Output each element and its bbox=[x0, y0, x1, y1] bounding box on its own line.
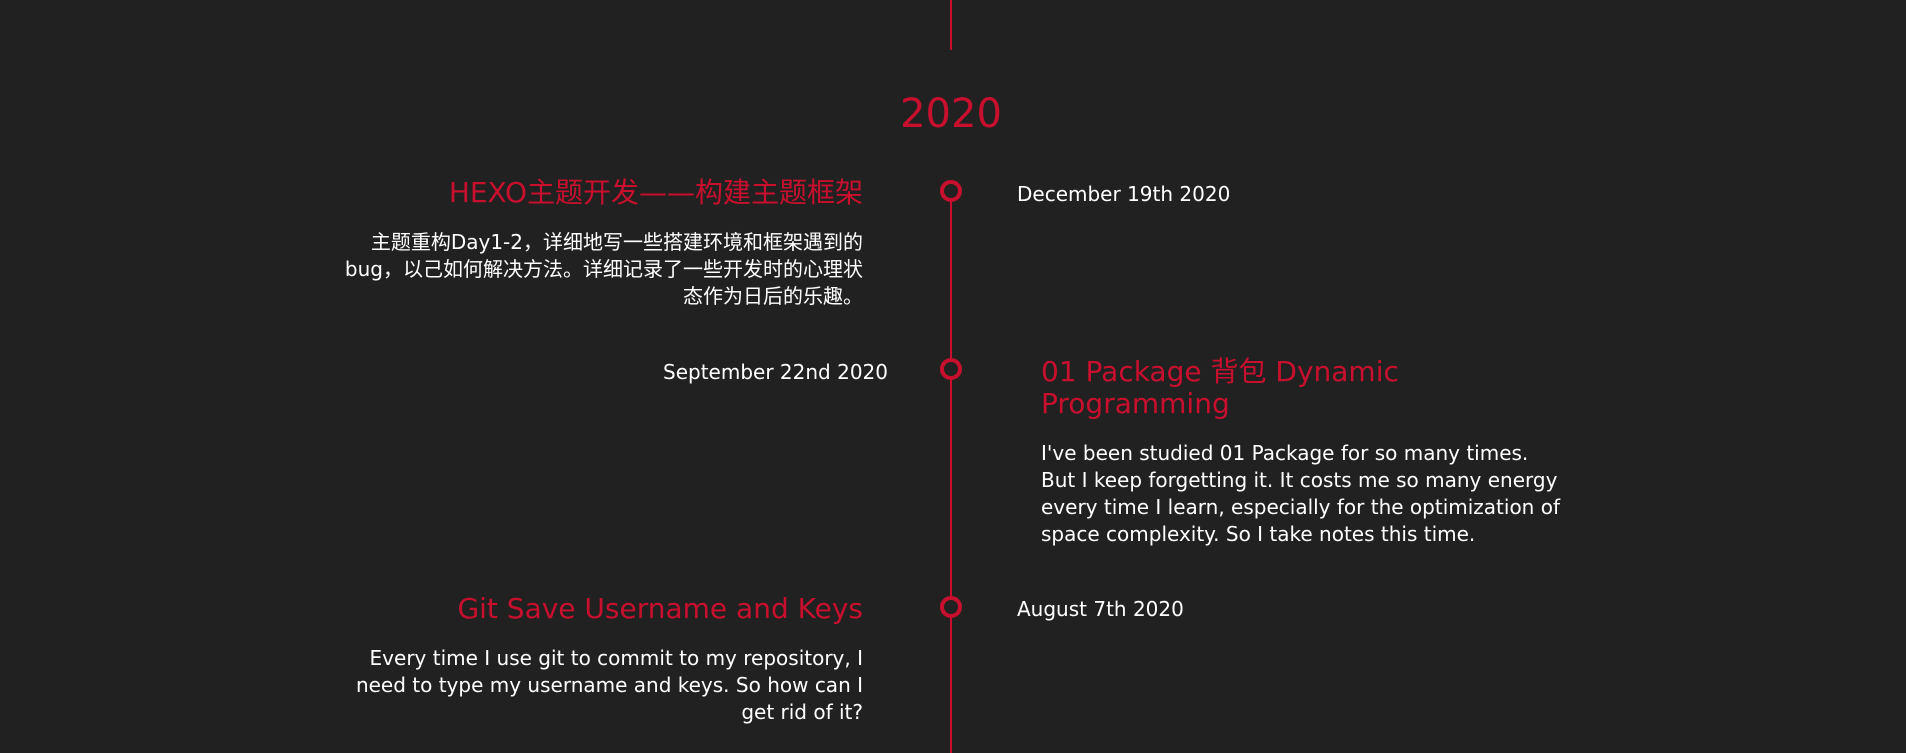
timeline-year: 2020 bbox=[900, 91, 1002, 137]
post-card: HEXO主题开发——构建主题框架 主题重构Day1-2，详细地写一些搭建环境和框… bbox=[330, 177, 863, 310]
post-date: December 19th 2020 bbox=[1017, 182, 1231, 206]
post-date: August 7th 2020 bbox=[1017, 597, 1184, 621]
timeline-node bbox=[940, 358, 962, 380]
post-title-link[interactable]: HEXO主题开发——构建主题框架 bbox=[330, 177, 863, 209]
timeline-line-top bbox=[950, 0, 952, 50]
timeline-node bbox=[940, 596, 962, 618]
timeline-node bbox=[940, 180, 962, 202]
post-title-link[interactable]: Git Save Username and Keys bbox=[330, 593, 863, 625]
post-card: Git Save Username and Keys Every time I … bbox=[330, 593, 863, 726]
timeline-line bbox=[950, 180, 952, 753]
post-title-link[interactable]: 01 Package 背包 Dynamic Programming bbox=[1041, 356, 1561, 420]
post-description: I've been studied 01 Package for so many… bbox=[1041, 441, 1560, 546]
post-description: Every time I use git to commit to my rep… bbox=[355, 646, 863, 724]
post-date: September 22nd 2020 bbox=[663, 360, 888, 384]
post-card: 01 Package 背包 Dynamic Programming I've b… bbox=[1041, 356, 1561, 548]
post-description: 主题重构Day1-2，详细地写一些搭建环境和框架遇到的bug，以己如何解决方法。… bbox=[344, 230, 863, 308]
